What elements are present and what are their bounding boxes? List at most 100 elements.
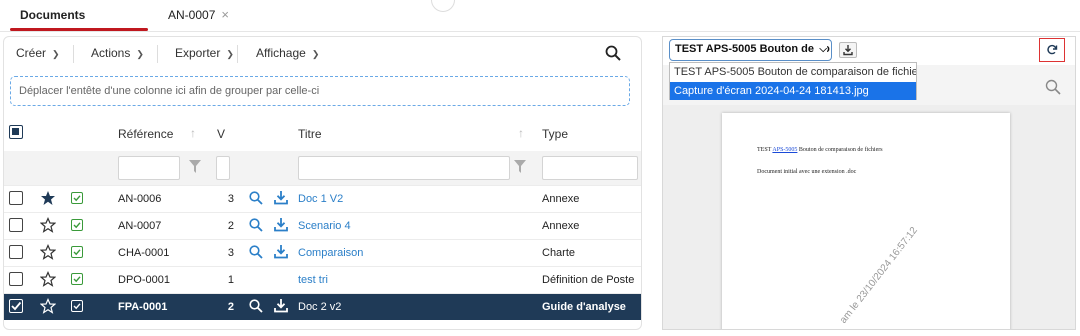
filter-row (4, 151, 641, 185)
create-label: Créer (16, 46, 47, 60)
title-filter-input[interactable] (298, 156, 510, 180)
display-label: Affichage (256, 46, 306, 60)
grid-header: Référence ↑ V Titre ↑ Type (4, 117, 641, 151)
validated-check-icon (71, 300, 83, 312)
toolbar-divider (237, 45, 238, 63)
chevron-down-icon: ⌵ (817, 40, 827, 59)
export-label: Exporter (175, 46, 221, 60)
document-file-select[interactable]: TEST APS-5005 Bouton de co ⌵ (669, 39, 832, 61)
download-icon[interactable] (274, 298, 288, 313)
favorite-star-outline-icon[interactable] (40, 298, 56, 314)
reference-cell: AN-0006 (118, 193, 162, 205)
row-checkbox[interactable] (9, 218, 23, 232)
preview-search-icon[interactable] (249, 191, 263, 205)
reference-cell: CHA-0001 (118, 247, 170, 259)
validated-check-icon (71, 219, 83, 231)
reference-filter-input[interactable] (118, 156, 180, 180)
type-cell: Charte (542, 247, 576, 259)
tab-label: AN-0007 (168, 8, 216, 22)
table-row-selected[interactable]: FPA-0001 2 Doc 2 v2 Guide d'analyse (4, 293, 641, 320)
favorite-star-outline-icon[interactable] (40, 217, 56, 233)
file-option[interactable]: TEST APS-5005 Bouton de comparaison de f… (670, 63, 916, 81)
document-page: TEST APS-5005 Bouton de comparaison de f… (722, 113, 1010, 329)
display-menu-button[interactable]: Affichage ❯ (256, 46, 319, 60)
filter-funnel-icon[interactable] (189, 160, 201, 174)
type-cell: Définition de Poste (542, 274, 635, 286)
download-icon[interactable] (274, 190, 288, 205)
table-row[interactable]: CHA-0001 3 Comparaison Charte (4, 239, 641, 266)
grid-toolbar: Créer ❯ Actions ❯ Exporter ❯ Affichage ❯ (4, 37, 641, 71)
filter-funnel-icon[interactable] (514, 160, 526, 174)
type-cell: Annexe (542, 193, 580, 205)
column-header-reference[interactable]: Référence (118, 127, 173, 141)
table-row[interactable]: AN-0006 3 Doc 1 V2 Annexe (4, 185, 641, 212)
preview-search-icon[interactable] (249, 245, 263, 259)
sort-arrow-icon[interactable]: ↑ (190, 126, 196, 140)
download-icon[interactable] (274, 244, 288, 259)
column-header-version[interactable]: V (217, 127, 225, 141)
row-checkbox-checked[interactable] (9, 299, 23, 313)
actions-label: Actions (91, 46, 131, 60)
chevron-down-icon: ❯ (311, 49, 320, 59)
version-cell: 2 (227, 220, 234, 232)
version-cell: 2 (227, 301, 234, 313)
favorite-star-filled-icon[interactable] (40, 190, 56, 206)
title-link[interactable]: Comparaison (298, 247, 363, 259)
tab-bar: Documents applicables AN-0007 × (0, 0, 1080, 52)
preview-search-icon[interactable] (249, 299, 263, 313)
row-checkbox[interactable] (9, 191, 23, 205)
title-link[interactable]: test tri (298, 274, 328, 286)
version-cell: 3 (227, 247, 234, 259)
export-menu-button[interactable]: Exporter ❯ (175, 46, 234, 60)
type-filter-input[interactable] (542, 156, 638, 180)
version-filter-input[interactable] (216, 156, 230, 180)
document-link[interactable]: APS-5005 (772, 147, 797, 153)
create-menu-button[interactable]: Créer ❯ (16, 46, 60, 60)
download-file-button[interactable] (839, 42, 857, 58)
chevron-down-icon: ❯ (52, 49, 60, 59)
reference-cell: AN-0007 (118, 220, 162, 232)
version-cell: 3 (227, 193, 234, 205)
select-all-checkbox[interactable] (9, 125, 23, 139)
title-link[interactable]: Scenario 4 (298, 220, 351, 232)
validated-check-icon (71, 192, 83, 204)
type-cell: Annexe (542, 220, 580, 232)
tab-documents-applicables[interactable]: Documents applicables (6, 0, 148, 52)
column-header-title[interactable]: Titre (298, 127, 322, 141)
close-icon[interactable]: × (221, 7, 229, 22)
document-text-line: Document initial avec une extension .doc (757, 169, 857, 175)
file-option-highlighted[interactable]: Capture d'écran 2024-04-24 181413.jpg (670, 82, 916, 100)
panel-toggle-handle[interactable] (431, 0, 455, 12)
search-icon[interactable] (605, 45, 621, 61)
type-cell: Guide d'analyse (542, 301, 626, 313)
tab-an-0007[interactable]: AN-0007 × (168, 0, 238, 32)
refresh-button[interactable] (1039, 38, 1065, 62)
group-by-drop-zone[interactable]: Déplacer l'entête d'une colonne ici afin… (10, 76, 630, 106)
preview-search-icon[interactable] (249, 218, 263, 232)
document-viewer-panel: TEST APS-5005 Bouton de co ⌵ TEST APS-50… (662, 36, 1076, 330)
validated-check-icon (71, 246, 83, 258)
favorite-star-outline-icon[interactable] (40, 244, 56, 260)
search-icon[interactable] (1045, 79, 1061, 95)
toolbar-divider (73, 45, 74, 63)
download-icon (843, 45, 853, 56)
toolbar-divider (157, 45, 158, 63)
table-row[interactable]: AN-0007 2 Scenario 4 Annexe (4, 212, 641, 239)
row-checkbox[interactable] (9, 245, 23, 259)
download-icon[interactable] (274, 217, 288, 232)
table-row[interactable]: DPO-0001 1 test tri Définition de Poste (4, 266, 641, 293)
document-text: Bouton de comparaison de fichiers (797, 147, 883, 153)
document-text: TEST (757, 147, 773, 153)
document-text-line: TEST APS-5005 Bouton de comparaison de f… (757, 147, 883, 153)
active-tab-indicator (10, 28, 148, 31)
actions-menu-button[interactable]: Actions ❯ (91, 46, 144, 60)
column-header-type[interactable]: Type (542, 127, 568, 141)
title-link[interactable]: Doc 1 V2 (298, 193, 343, 205)
row-checkbox[interactable] (9, 272, 23, 286)
sort-arrow-icon[interactable]: ↑ (518, 126, 524, 140)
title-link[interactable]: Doc 2 v2 (298, 301, 341, 313)
reference-cell: DPO-0001 (118, 274, 170, 286)
favorite-star-outline-icon[interactable] (40, 271, 56, 287)
reference-cell: FPA-0001 (118, 301, 168, 313)
viewer-toolbar: TEST APS-5005 Bouton de co ⌵ (663, 37, 1075, 65)
